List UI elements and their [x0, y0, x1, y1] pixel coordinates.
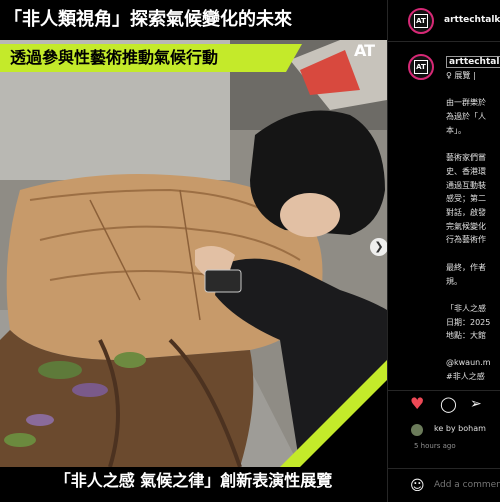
caption-line: 完氣候變化 [446, 221, 486, 231]
caption-line: 對話，啟發 [446, 208, 486, 217]
caption-line: 日期：2025 [446, 317, 491, 327]
caption-line: @kwaun.m [446, 357, 491, 367]
caption-line: ♀ 展覽 | [446, 71, 476, 80]
tree-stump-photo [0, 40, 387, 467]
caption-username-label: arttechtalk [446, 56, 500, 68]
account-avatar[interactable]: AT [408, 8, 434, 34]
caption-line: 地點：大館 [446, 331, 486, 341]
post-timestamp: 5 hours ago [414, 442, 456, 450]
emoji-icon[interactable]: ☺ [410, 478, 425, 494]
liked-by-text[interactable]: ke by boham [434, 424, 486, 433]
post-headline: 「非人類視角」探索氣候變化的未來 [0, 0, 387, 40]
comment-input[interactable] [434, 477, 500, 493]
post-photo [0, 40, 387, 467]
caption-username[interactable]: arttechtalk [446, 56, 500, 68]
post-sidebar: AT arttechtalk AT arttechtalk ♀ 展覽 | 由一群樂… [387, 0, 500, 502]
post-media: 「非人類視角」探索氣候變化的未來 透過參與性藝術推動氣候行動 AT ❯ 「非人之… [0, 0, 387, 502]
caption-line: 為過於「人 [446, 112, 486, 122]
caption-line: 「非人之感 [446, 303, 486, 313]
caption-line: 行為藝術作 [446, 235, 486, 245]
comment-icon[interactable]: ◯ [440, 396, 457, 412]
arttechtalk-logo-icon: AT [414, 60, 428, 74]
brand-logo: AT [353, 41, 375, 60]
caption-line: 最終，作者 [446, 262, 486, 272]
caption-line: 藝術家們嘗 [446, 153, 486, 163]
share-icon[interactable]: ➢ [470, 396, 482, 412]
liker-avatar[interactable] [411, 424, 423, 436]
post-subheadline: 透過參與性藝術推動氣候行動 [0, 44, 286, 72]
post-header: AT arttechtalk [388, 0, 500, 42]
heart-icon[interactable]: ♥ [410, 396, 424, 412]
action-bar: ♥ ◯ ➢ [388, 390, 500, 416]
caption-line: 規。 [446, 276, 462, 286]
account-username[interactable]: arttechtalk [444, 15, 500, 25]
caption-line: 感受；第二 [446, 194, 486, 204]
chevron-right-icon[interactable]: ❯ [370, 238, 387, 256]
caption-avatar[interactable]: AT [408, 54, 434, 80]
caption-line: #非人之感 [446, 372, 485, 382]
post-caption-overlay: 「非人之感 氣候之律」創新表演性展覽 [0, 467, 387, 502]
caption-line: 通過互動裝 [446, 180, 486, 190]
arttechtalk-logo-icon: AT [414, 14, 428, 28]
caption-line: 本」。 [446, 125, 466, 135]
comment-box: ☺ [388, 468, 500, 502]
caption-line: 由一群樂於 [446, 98, 486, 108]
caption-line: 史、香港環 [446, 166, 486, 176]
subheadline-tail [286, 44, 302, 72]
